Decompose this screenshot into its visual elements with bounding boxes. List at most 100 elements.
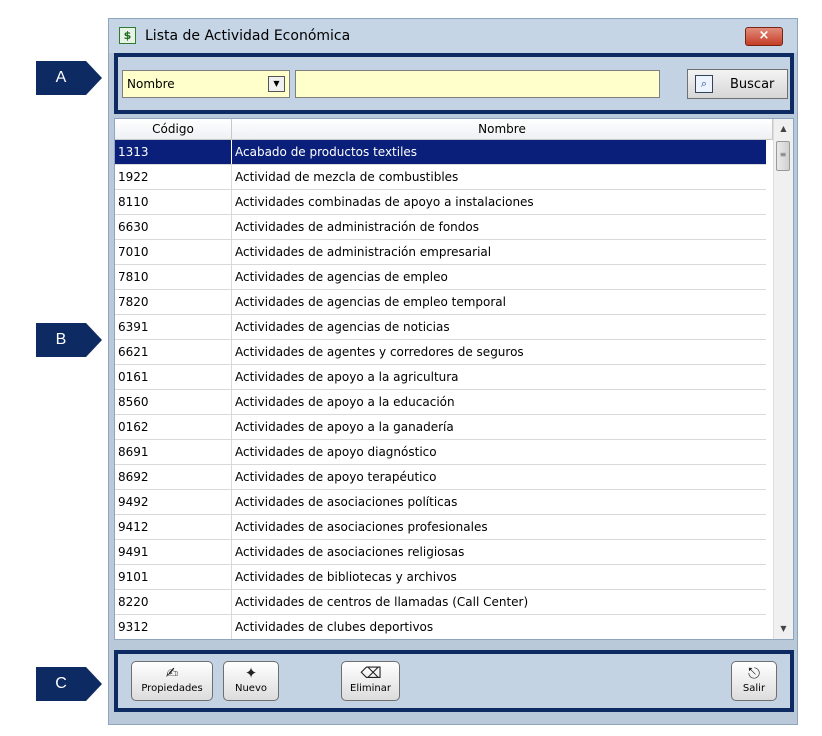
window-title: Lista de Actividad Económica bbox=[145, 28, 351, 44]
cell-code: 8110 bbox=[118, 195, 149, 209]
new-item-icon: ✦ bbox=[244, 664, 258, 682]
edit-document-icon: ✍ bbox=[165, 664, 179, 682]
eraser-icon: ⌫ bbox=[360, 664, 382, 682]
search-panel: Nombre ▼ ⌕ Buscar bbox=[114, 53, 794, 114]
cell-code: 9492 bbox=[118, 495, 149, 509]
properties-button-label: Propiedades bbox=[141, 683, 203, 694]
exit-door-icon: ⎋ bbox=[748, 664, 760, 682]
table-row[interactable]: 8220 Actividades de centros de llamadas (… bbox=[115, 590, 766, 615]
new-button[interactable]: ✦ Nuevo bbox=[223, 661, 279, 701]
table-row[interactable]: 9492 Actividades de asociaciones política… bbox=[115, 490, 766, 515]
table-row[interactable]: 6630 Actividades de administración de fon… bbox=[115, 215, 766, 240]
cell-code: 9491 bbox=[118, 545, 149, 559]
table-row[interactable]: 9491 Actividades de asociaciones religios… bbox=[115, 540, 766, 565]
cell-name: Actividades de apoyo terapéutico bbox=[235, 470, 437, 484]
cell-name: Actividades de agencias de empleo tempor… bbox=[235, 295, 506, 309]
table-row[interactable]: 7820 Actividades de agencias de empleo te… bbox=[115, 290, 766, 315]
delete-button-label: Eliminar bbox=[350, 683, 391, 694]
table-row[interactable]: 1922 Actividad de mezcla de combustibles bbox=[115, 165, 766, 190]
list-document-icon: $ bbox=[119, 27, 136, 44]
table-row[interactable]: 0162 Actividades de apoyo a la ganadería bbox=[115, 415, 766, 440]
cell-code: 9101 bbox=[118, 570, 149, 584]
cell-name: Actividades de asociaciones profesionale… bbox=[235, 520, 488, 534]
cell-name: Actividades de bibliotecas y archivos bbox=[235, 570, 457, 584]
close-button[interactable]: × bbox=[745, 27, 783, 46]
cell-code: 9312 bbox=[118, 620, 149, 634]
cell-divider bbox=[231, 390, 232, 414]
table-row[interactable]: 0161 Actividades de apoyo a la agricultur… bbox=[115, 365, 766, 390]
cell-code: 8691 bbox=[118, 445, 149, 459]
cell-code: 7810 bbox=[118, 270, 149, 284]
scrollbar-thumb[interactable]: ≡ bbox=[776, 141, 790, 171]
cell-code: 8560 bbox=[118, 395, 149, 409]
table-body: 1313 Acabado de productos textiles 1922 Act… bbox=[115, 140, 766, 639]
cell-code: 1313 bbox=[118, 145, 149, 159]
cell-code: 7010 bbox=[118, 245, 149, 259]
table-row[interactable]: 9412 Actividades de asociaciones profesio… bbox=[115, 515, 766, 540]
search-input[interactable] bbox=[295, 70, 660, 98]
cell-code: 6391 bbox=[118, 320, 149, 334]
cell-divider bbox=[231, 240, 232, 264]
cell-name: Actividad de mezcla de combustibles bbox=[235, 170, 459, 184]
action-toolbar-body: ✍ Propiedades ✦ Nuevo ⌫ Eliminar ⎋ Salir bbox=[118, 654, 790, 708]
cell-name: Actividades de apoyo diagnóstico bbox=[235, 445, 437, 459]
cell-divider bbox=[231, 140, 232, 164]
cell-name: Actividades de agentes y corredores de s… bbox=[235, 345, 524, 359]
cell-name: Actividades de clubes deportivos bbox=[235, 620, 434, 634]
callout-a: A bbox=[36, 61, 102, 95]
table-row[interactable]: 7010 Actividades de administración empres… bbox=[115, 240, 766, 265]
table-row[interactable]: 6391 Actividades de agencias de noticias bbox=[115, 315, 766, 340]
cell-divider bbox=[231, 365, 232, 389]
callout-b: B bbox=[36, 323, 102, 357]
exit-button[interactable]: ⎋ Salir bbox=[731, 661, 777, 701]
cell-code: 9412 bbox=[118, 520, 149, 534]
chevron-down-icon[interactable]: ▼ bbox=[268, 76, 285, 92]
cell-divider bbox=[231, 565, 232, 589]
table-row[interactable]: 7810 Actividades de agencias de empleo bbox=[115, 265, 766, 290]
cell-divider bbox=[231, 490, 232, 514]
table-row[interactable]: 9101 Actividades de bibliotecas y archivo… bbox=[115, 565, 766, 590]
cell-divider bbox=[231, 340, 232, 364]
cell-divider bbox=[231, 265, 232, 289]
new-button-label: Nuevo bbox=[234, 683, 267, 694]
cell-code: 8220 bbox=[118, 595, 149, 609]
callout-c: C bbox=[36, 667, 102, 701]
cell-divider bbox=[231, 515, 232, 539]
table-row[interactable]: 6621 Actividades de agentes y corredores … bbox=[115, 340, 766, 365]
table-row[interactable]: 8691 Actividades de apoyo diagnóstico bbox=[115, 440, 766, 465]
cell-divider bbox=[231, 540, 232, 564]
cell-divider bbox=[231, 415, 232, 439]
scroll-down-arrow-icon[interactable]: ▼ bbox=[774, 619, 793, 639]
table-row[interactable]: 9312 Actividades de clubes deportivos bbox=[115, 615, 766, 639]
title-bar[interactable]: $ Lista de Actividad Económica × bbox=[109, 19, 797, 53]
column-header-name[interactable]: Nombre bbox=[232, 119, 773, 139]
cell-name: Acabado de productos textiles bbox=[235, 145, 418, 159]
cell-divider bbox=[231, 315, 232, 339]
cell-code: 7820 bbox=[118, 295, 149, 309]
table-row[interactable]: 8560 Actividades de apoyo a la educación bbox=[115, 390, 766, 415]
cell-code: 6630 bbox=[118, 220, 149, 234]
cell-divider bbox=[231, 215, 232, 239]
cell-name: Actividades combinadas de apoyo a instal… bbox=[235, 195, 534, 209]
search-button-label: Buscar bbox=[730, 77, 775, 92]
cell-divider bbox=[231, 440, 232, 464]
cell-code: 6621 bbox=[118, 345, 149, 359]
cell-name: Actividades de asociaciones políticas bbox=[235, 495, 458, 509]
delete-button[interactable]: ⌫ Eliminar bbox=[341, 661, 400, 701]
column-header-code[interactable]: Código bbox=[115, 119, 232, 139]
vertical-scrollbar[interactable]: ▲ ≡ ▼ bbox=[773, 119, 793, 639]
cell-code: 0161 bbox=[118, 370, 149, 384]
scroll-up-arrow-icon[interactable]: ▲ bbox=[774, 119, 793, 139]
table-row[interactable]: 8110 Actividades combinadas de apoyo a in… bbox=[115, 190, 766, 215]
cell-name: Actividades de asociaciones religiosas bbox=[235, 545, 465, 559]
cell-name: Actividades de centros de llamadas (Call… bbox=[235, 595, 529, 609]
properties-button[interactable]: ✍ Propiedades bbox=[131, 661, 213, 701]
search-field-select[interactable]: Nombre ▼ bbox=[122, 70, 290, 98]
search-button[interactable]: ⌕ Buscar bbox=[687, 69, 788, 99]
action-toolbar: ✍ Propiedades ✦ Nuevo ⌫ Eliminar ⎋ Salir bbox=[114, 650, 794, 712]
table-row[interactable]: 8692 Actividades de apoyo terapéutico bbox=[115, 465, 766, 490]
cell-divider bbox=[231, 615, 232, 639]
activity-table: Código Nombre 1313 Acabado de productos t… bbox=[114, 118, 794, 640]
table-header: Código Nombre bbox=[115, 119, 773, 140]
table-row[interactable]: 1313 Acabado de productos textiles bbox=[115, 140, 766, 165]
